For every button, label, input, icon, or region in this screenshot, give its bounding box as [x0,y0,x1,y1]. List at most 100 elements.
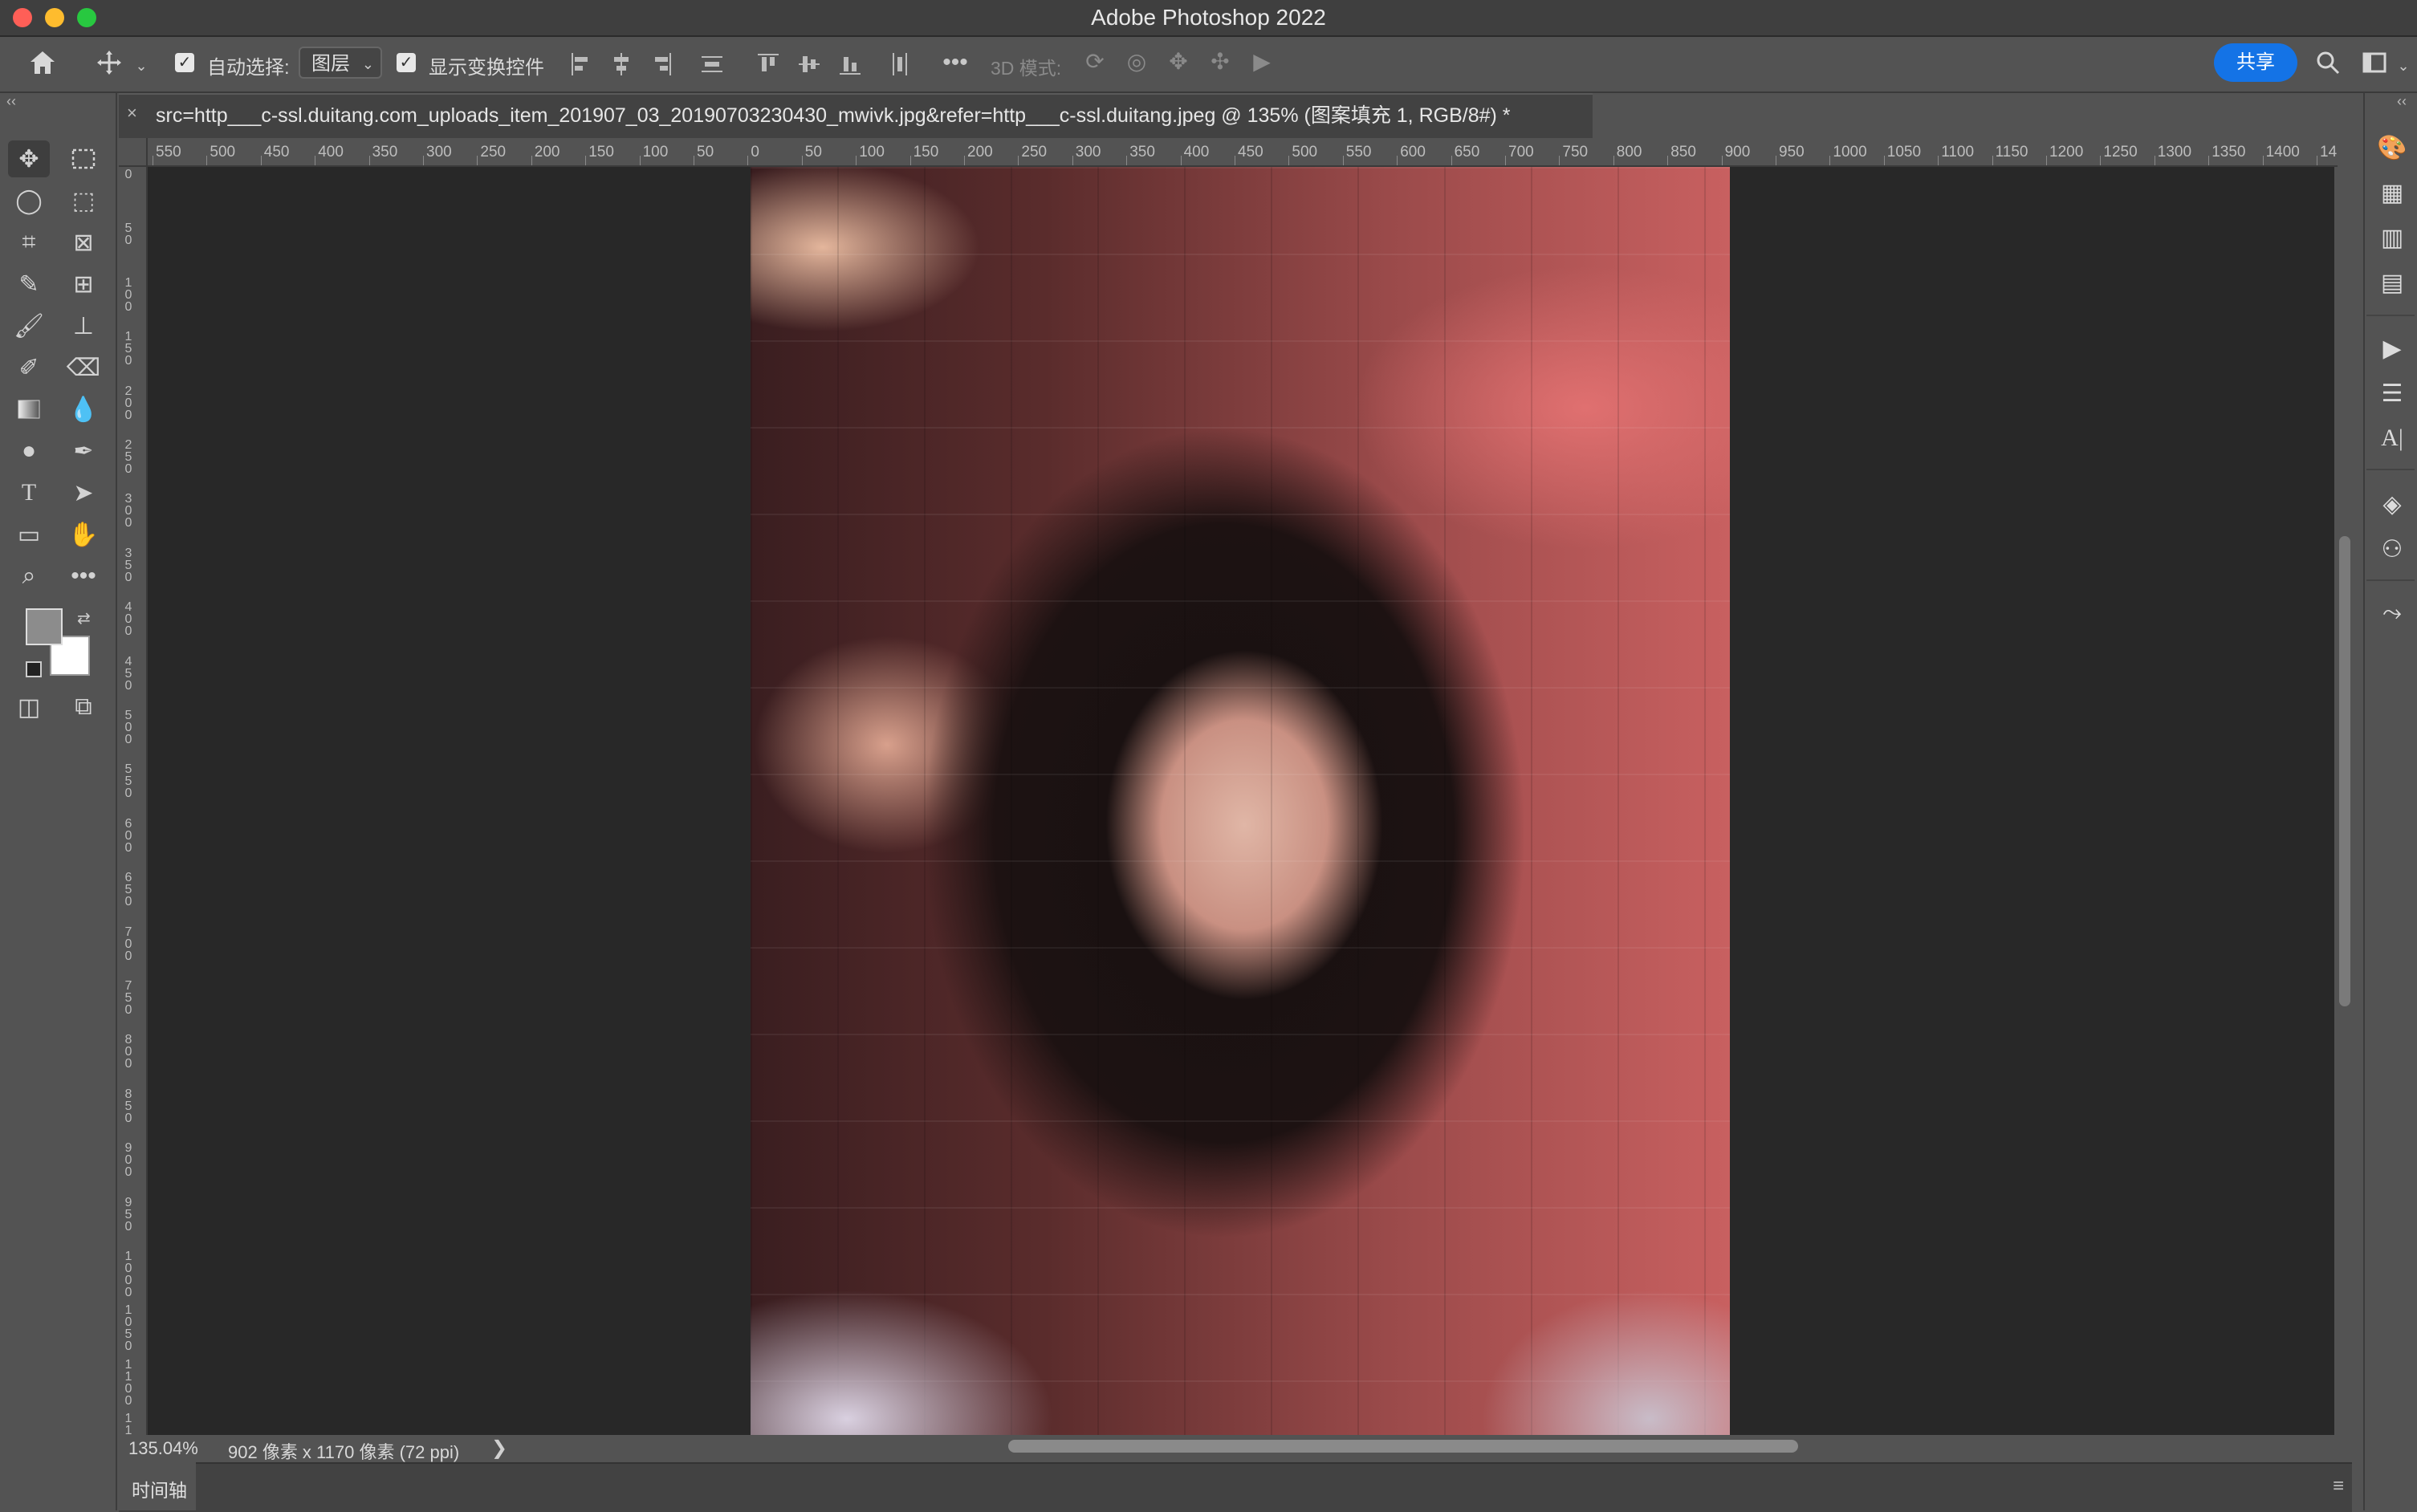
color-panel-icon[interactable]: 🎨 [2376,132,2408,164]
more-options-icon[interactable]: ••• [939,47,971,79]
spot-healing-tool-icon[interactable]: ⊞ [63,266,104,303]
path-selection-tool-icon[interactable]: ➤ [63,474,104,511]
auto-select-checkbox[interactable]: ✓ [175,53,194,72]
ruler-label: 200 [967,144,993,161]
history-brush-tool-icon[interactable]: ✐ [8,349,50,386]
actions-play-icon[interactable]: ▶ [2376,332,2408,364]
crop-tool-icon[interactable]: ⌗ [8,224,50,261]
distribute-horizontal-icon[interactable] [886,50,913,79]
horizontal-scrollbar-thumb[interactable] [1008,1440,1798,1453]
ruler-label: 100 [642,144,669,161]
align-top-edges-icon[interactable] [755,50,782,79]
edit-toolbar-icon[interactable]: ••• [63,558,104,595]
ruler-tick [856,156,857,165]
eraser-tool-icon[interactable]: ⌫ [63,349,104,386]
zoom-tool-icon[interactable]: ⌕ [8,558,50,595]
quick-mask-icon[interactable]: ◫ [8,689,50,726]
tool-preset-chevron-down-icon[interactable]: ⌄ [133,50,149,82]
channels-panel-icon[interactable]: ⚇ [2376,533,2408,565]
panel-divider [2366,579,2415,581]
ruler-tick [1505,156,1506,165]
ruler-label: 350 [1129,144,1155,161]
align-bottom-edges-icon[interactable] [836,50,864,79]
character-panel-icon[interactable]: A| [2376,422,2408,454]
vertical-scrollbar-thumb[interactable] [2339,536,2350,1006]
pen-tool-icon[interactable]: ✒ [63,433,104,469]
move-tool-icon[interactable] [93,47,125,79]
ruler-label: 500 [124,709,132,746]
right-panel-dock [2363,93,2417,1510]
align-left-edges-icon[interactable] [567,50,594,79]
workspace-chevron-down-icon[interactable]: ⌄ [2395,50,2411,82]
paths-panel-icon[interactable]: ⤳ [2376,597,2408,629]
lasso-tool-icon[interactable]: ◯ [8,182,50,219]
adjustments-panel-icon[interactable]: ☰ [2376,377,2408,409]
ruler-label: 800 [124,1033,132,1071]
slide-3d-icon[interactable]: ✣ [1204,48,1236,79]
roll-3d-icon[interactable]: ◎ [1121,48,1153,79]
foreground-color-swatch-front[interactable] [26,608,63,645]
ruler-origin[interactable] [119,138,148,167]
gradients-panel-icon[interactable]: ▥ [2376,222,2408,254]
ruler-label: 400 [318,144,344,161]
drag-3d-icon[interactable]: ✥ [1162,48,1194,79]
swap-colors-icon[interactable]: ⇄ [77,608,91,628]
patterns-panel-icon[interactable]: ▤ [2376,266,2408,299]
eyedropper-tool-icon[interactable]: ✎ [8,266,50,303]
clone-stamp-tool-icon[interactable]: ⊥ [63,307,104,344]
distribute-vertical-icon[interactable] [698,50,726,79]
ruler-tick [1559,156,1560,165]
layers-panel-icon[interactable]: ◈ [2376,488,2408,520]
ruler-tick [2208,156,2210,165]
object-selection-tool-icon[interactable]: ⬚ [63,182,104,219]
gradient-tool-icon[interactable] [8,391,50,428]
ruler-label: 1050 [1886,144,1922,161]
ruler-label: 700 [124,925,132,963]
show-transform-controls-checkbox[interactable]: ✓ [397,53,416,72]
ruler-tick [1451,156,1452,165]
status-menu-arrow-icon[interactable]: ❯ [491,1437,507,1460]
ruler-label: 850 [1670,144,1696,161]
close-document-icon[interactable]: × [127,103,137,124]
default-colors-icon[interactable] [26,661,42,677]
frame-tool-icon[interactable]: ⊠ [63,224,104,261]
panel-menu-icon[interactable]: ≡ [2333,1475,2344,1498]
vertical-ruler[interactable]: 0 50 100 150 200 250 300 350 400 450 500 550 600 650 7… [119,165,148,1435]
auto-select-target-dropdown[interactable]: 图层 ⌄ [299,47,382,79]
move-tool-icon[interactable]: ✥ [8,140,50,177]
timeline-panel [119,1462,2352,1512]
ruler-label: 950 [124,1195,132,1234]
orbit-3d-icon[interactable]: ⟳ [1079,48,1111,79]
ruler-label: 0 [124,168,132,181]
align-right-edges-icon[interactable] [649,50,676,79]
ruler-label: 150 [124,330,132,368]
rectangle-tool-icon[interactable]: ▭ [8,516,50,553]
align-horizontal-centers-icon[interactable] [608,50,635,79]
scale-3d-camera-icon[interactable]: ▶ [1246,48,1278,79]
screen-mode-icon[interactable]: ⧉ [63,689,104,726]
share-button[interactable]: 共享 [2214,43,2297,82]
brush-tool-icon[interactable]: 🖌 [8,307,50,344]
zoom-level-field[interactable]: 135.04% [128,1438,198,1459]
ruler-label: 1250 [2103,144,2138,161]
expand-panels-icon[interactable]: ‹‹ [2397,93,2407,110]
dodge-tool-icon[interactable]: ● [8,433,50,469]
workspace-layout-icon[interactable] [2358,47,2391,79]
horizontal-ruler[interactable]: 550 500 450 400 350 300 250 200 150 100 50 0 50 100 15… [119,138,2338,167]
blur-tool-icon[interactable]: 💧 [63,391,104,428]
search-icon[interactable] [2312,47,2344,79]
align-vertical-centers-icon[interactable] [795,50,823,79]
hand-tool-icon[interactable]: ✋ [63,516,104,553]
show-transform-controls-label: 显示变换控件 [429,57,544,79]
home-icon[interactable] [24,47,61,79]
ruler-label: 900 [124,1141,132,1180]
rectangular-marquee-tool-icon[interactable] [63,140,104,177]
ruler-tick [368,156,370,165]
collapse-toolbar-icon[interactable]: ‹‹ [6,93,16,110]
swatches-panel-icon[interactable]: ▦ [2376,177,2408,209]
ruler-tick [1613,156,1614,165]
document-canvas-image[interactable] [751,167,1730,1435]
ruler-tick [2046,156,2047,165]
type-tool-icon[interactable]: T [8,474,50,511]
ruler-label: 950 [1779,144,1805,161]
